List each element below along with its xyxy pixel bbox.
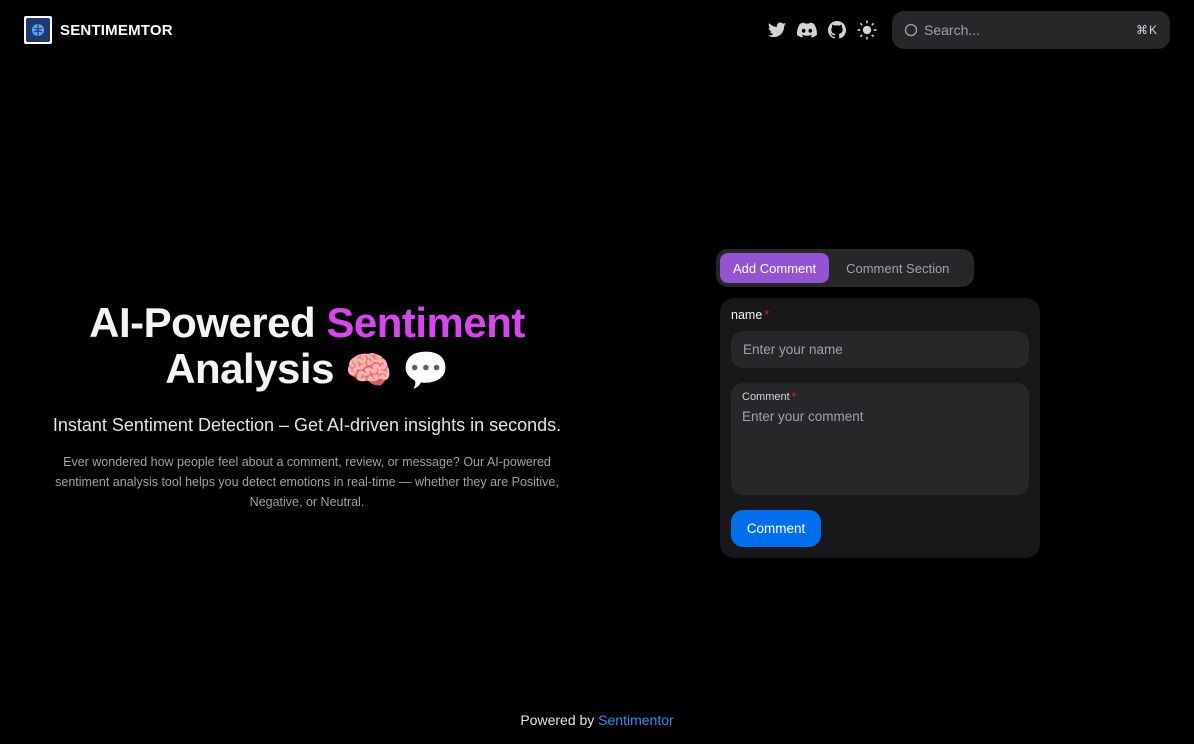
comment-form-card: name * Enter your name Comment * Enter you…: [720, 298, 1040, 558]
discord-icon[interactable]: [796, 19, 818, 41]
comment-tabs: Add Comment Comment Section: [716, 249, 974, 287]
title-accent: Sentiment: [326, 299, 525, 346]
brand[interactable]: SENTIMEMTOR: [24, 16, 173, 44]
hero-description: Ever wondered how people feel about a co…: [55, 455, 559, 509]
brand-name: SENTIMEMTOR: [60, 21, 173, 39]
hero-subtitle: Instant Sentiment Detection – Get AI-dri…: [52, 415, 562, 435]
name-placeholder: Enter your name: [743, 342, 843, 357]
search-placeholder: Search...: [924, 22, 981, 38]
comment-label-text: Comment: [742, 391, 790, 403]
required-mark: *: [764, 308, 770, 322]
comment-label: Comment *: [742, 391, 1018, 403]
sun-icon[interactable]: [856, 19, 878, 41]
brain-speech-emoji: 🧠 💬: [345, 350, 449, 392]
name-label-text: name: [731, 308, 763, 322]
search-icon: [904, 23, 918, 37]
name-field[interactable]: Enter your name: [731, 331, 1029, 368]
twitter-icon[interactable]: [766, 19, 788, 41]
hero-title: AI-Powered Sentiment Analysis 🧠 💬: [46, 300, 568, 394]
comment-field[interactable]: Comment * Enter your comment: [731, 383, 1029, 495]
name-label: name *: [731, 308, 1029, 322]
search-input[interactable]: Search... ⌘K: [892, 11, 1170, 49]
title-part2: Analysis: [165, 345, 334, 392]
submit-comment-button[interactable]: Comment: [731, 510, 821, 547]
footer-link[interactable]: Sentimentor: [598, 712, 673, 728]
footer: Powered by Sentimentor: [0, 712, 1194, 728]
tab-add-comment[interactable]: Add Comment: [720, 253, 830, 283]
navbar: SENTIMEMTOR Search... ⌘K: [0, 0, 1194, 62]
search-shortcut: ⌘K: [1135, 23, 1158, 37]
title-part1: AI-Powered: [89, 299, 327, 346]
github-icon[interactable]: [826, 19, 848, 41]
footer-prefix: Powered by: [520, 712, 595, 728]
hero: AI-Powered Sentiment Analysis 🧠 💬 Instan…: [46, 300, 568, 512]
comment-placeholder: Enter your comment: [742, 409, 864, 424]
required-mark: *: [791, 391, 796, 403]
tab-comment-section[interactable]: Comment Section: [833, 253, 962, 283]
brain-logo-icon: [24, 16, 52, 44]
social-icons: [766, 19, 878, 41]
